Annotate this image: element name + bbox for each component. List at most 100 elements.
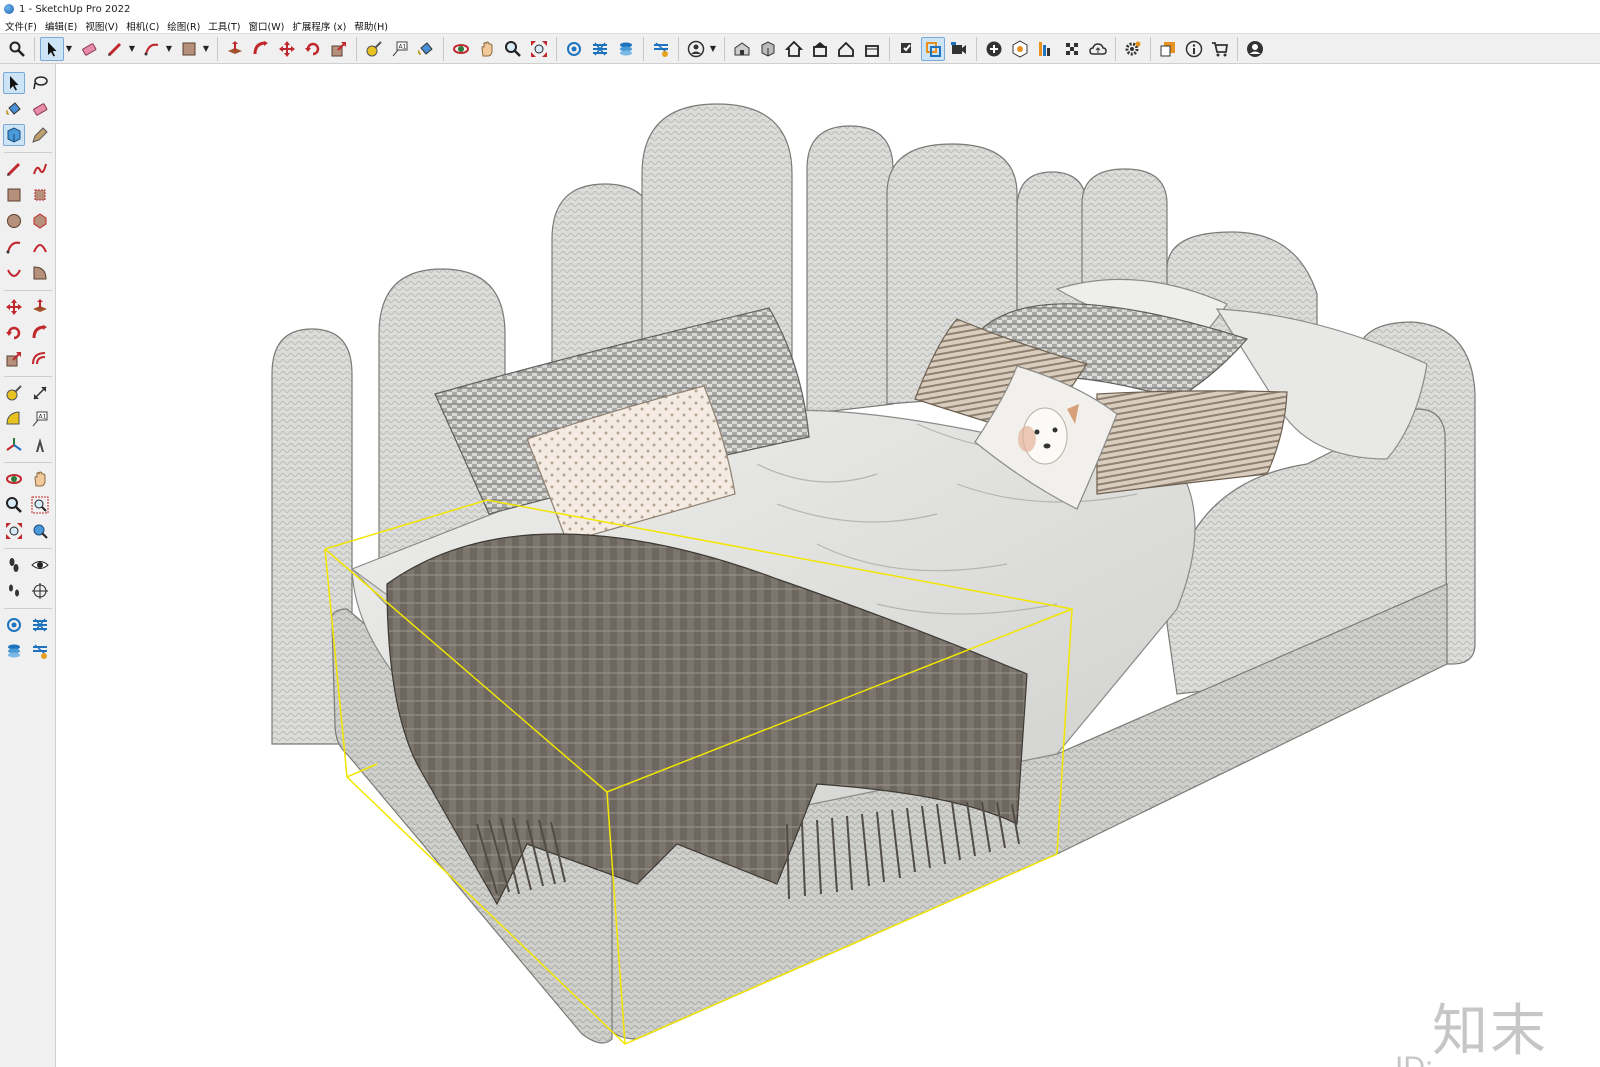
rectangle-button[interactable] [177, 37, 201, 61]
search-button[interactable] [5, 37, 29, 61]
menu-draw[interactable]: 绘图(R) [165, 19, 206, 33]
sandbox-button[interactable] [562, 37, 586, 61]
line-tool-button[interactable] [3, 158, 25, 180]
rotate-button[interactable] [301, 37, 325, 61]
dimension-tool-button[interactable] [29, 382, 51, 404]
tape-measure-tool-button[interactable] [3, 382, 25, 404]
follow-me-tool-button[interactable] [29, 322, 51, 344]
pie-tool-button[interactable] [29, 262, 51, 284]
ruby-button[interactable] [1008, 37, 1032, 61]
menu-file[interactable]: 文件(F) [3, 19, 43, 33]
profile-button[interactable] [1243, 37, 1267, 61]
eraser-tool-button[interactable] [29, 98, 51, 120]
follow-me-button[interactable] [249, 37, 273, 61]
menu-edit[interactable]: 编辑(E) [43, 19, 83, 33]
styles-tool-button[interactable] [29, 640, 51, 662]
arc-button[interactable] [140, 37, 164, 61]
text-tool-button[interactable]: A1 [29, 408, 51, 430]
select-dropdown[interactable]: ▼ [65, 37, 73, 61]
arc-tool-button[interactable] [3, 236, 25, 258]
component-3d-button[interactable] [756, 37, 780, 61]
styles-button[interactable] [649, 37, 673, 61]
store-button[interactable] [1208, 37, 1232, 61]
checker-button[interactable] [1060, 37, 1084, 61]
make-component-button[interactable] [3, 124, 25, 146]
menu-tools[interactable]: 工具(T) [206, 19, 246, 33]
footprints-button[interactable] [3, 580, 25, 602]
circle-tool-button[interactable] [3, 210, 25, 232]
two-point-arc-button[interactable] [29, 236, 51, 258]
account-dropdown[interactable]: ▼ [709, 37, 717, 61]
orbit-tool-button[interactable] [3, 468, 25, 490]
rectangle-tool-button[interactable] [3, 184, 25, 206]
arc-dropdown[interactable]: ▼ [165, 37, 173, 61]
tag-tool-button[interactable] [29, 124, 51, 146]
zoom-extents-button[interactable] [527, 37, 551, 61]
menu-window[interactable]: 窗口(W) [247, 19, 291, 33]
warehouse-button[interactable] [730, 37, 754, 61]
cloud-upload-button[interactable] [1086, 37, 1110, 61]
view-front-button[interactable] [808, 37, 832, 61]
extension-button[interactable] [1156, 37, 1180, 61]
move-tool-button[interactable] [3, 296, 25, 318]
line-dropdown[interactable]: ▼ [128, 37, 136, 61]
view-back-button[interactable] [860, 37, 884, 61]
rectangle-dropdown[interactable]: ▼ [202, 37, 210, 61]
components-tool-button[interactable] [3, 640, 25, 662]
line-button[interactable] [103, 37, 127, 61]
select-button[interactable] [40, 36, 64, 61]
text-button[interactable]: A1 [388, 37, 412, 61]
select-tool-button[interactable] [3, 72, 25, 94]
look-around-button[interactable] [29, 554, 51, 576]
components-button[interactable] [614, 37, 638, 61]
eraser-button[interactable] [77, 37, 101, 61]
lasso-select-button[interactable] [29, 72, 51, 94]
menu-help[interactable]: 帮助(H) [352, 19, 394, 33]
axes-tool-button[interactable] [3, 434, 25, 456]
rotate-tool-button[interactable] [3, 322, 25, 344]
account-button[interactable] [684, 37, 708, 61]
section-plane-button[interactable] [29, 580, 51, 602]
scene-button[interactable] [947, 37, 971, 61]
protractor-tool-button[interactable] [3, 408, 25, 430]
push-pull-button[interactable] [223, 37, 247, 61]
follow-me-icon [32, 325, 47, 339]
paint-bucket-tool-button[interactable] [3, 98, 25, 120]
three-point-arc-button[interactable] [3, 262, 25, 284]
tape-measure-button[interactable] [362, 37, 386, 61]
zoom-extents-tool-button[interactable] [3, 520, 25, 542]
info-button[interactable] [1182, 37, 1206, 61]
walk-tool-button[interactable] [3, 554, 25, 576]
add-location-button[interactable] [982, 37, 1006, 61]
offset-tool-button[interactable] [29, 348, 51, 370]
sandbox-tool-button[interactable] [3, 614, 25, 636]
layers-tool-button[interactable] [29, 614, 51, 636]
settings-button[interactable] [1121, 37, 1145, 61]
scale-button[interactable] [327, 37, 351, 61]
view-right-button[interactable] [834, 37, 858, 61]
push-pull-tool-button[interactable] [29, 296, 51, 318]
layers-button[interactable] [588, 37, 612, 61]
menu-camera[interactable]: 相机(C) [124, 19, 165, 33]
pan-tool-button[interactable] [29, 468, 51, 490]
pan-button[interactable] [475, 37, 499, 61]
report-button[interactable] [1034, 37, 1058, 61]
model-viewport[interactable]: 知末 ID: 1171170106 [57, 64, 1600, 1067]
move-button[interactable] [275, 37, 299, 61]
3d-text-tool-button[interactable] [29, 434, 51, 456]
rotated-rectangle-button[interactable] [29, 184, 51, 206]
position-camera-button[interactable] [29, 520, 51, 542]
freehand-tool-button[interactable] [29, 158, 51, 180]
paint-bucket-button[interactable] [414, 37, 438, 61]
zoom-tool-button[interactable] [3, 494, 25, 516]
zoom-window-tool-button[interactable] [29, 494, 51, 516]
polygon-tool-button[interactable] [29, 210, 51, 232]
orbit-button[interactable] [449, 37, 473, 61]
zoom-button[interactable] [501, 37, 525, 61]
scale-tool-button[interactable] [3, 348, 25, 370]
section-button[interactable] [921, 36, 945, 61]
home-button[interactable] [782, 37, 806, 61]
menu-view[interactable]: 视图(V) [83, 19, 124, 33]
menu-extensions[interactable]: 扩展程序 (x) [290, 19, 352, 33]
shadow-button[interactable] [895, 37, 919, 61]
